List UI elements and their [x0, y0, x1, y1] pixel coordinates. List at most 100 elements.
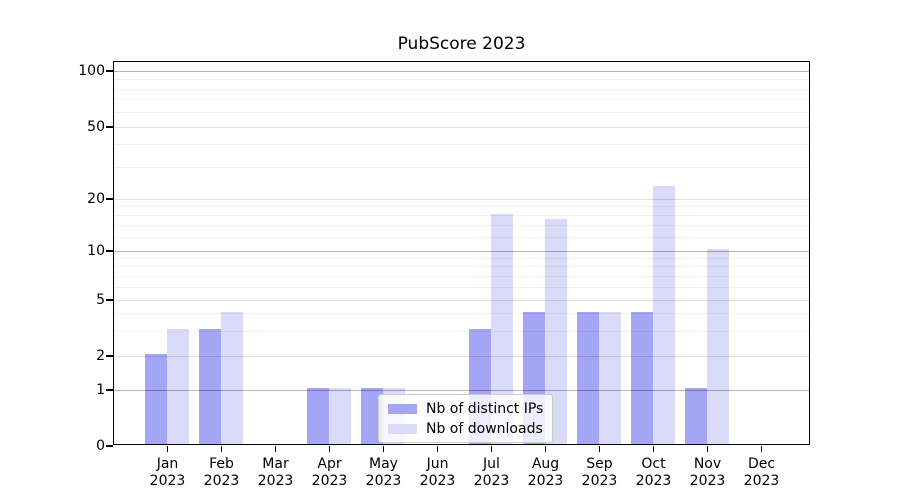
y-tick-label: 2: [59, 349, 105, 363]
x-tick-year: 2023: [408, 473, 468, 490]
gridline-major: [114, 251, 809, 252]
x-tick-year: 2023: [732, 473, 792, 490]
bar-nb-of-distinct-ips-oct: [631, 312, 653, 444]
y-tick-label: 1: [59, 383, 105, 397]
x-tick-label: Jan2023: [138, 456, 198, 490]
y-tick-mark: [106, 126, 113, 127]
y-tick-label: 100: [59, 64, 105, 78]
bar-nb-of-downloads-feb: [221, 312, 243, 444]
y-tick-mark: [106, 445, 113, 446]
x-tick-month: Feb: [192, 456, 252, 473]
x-tick-label: Apr2023: [300, 456, 360, 490]
gridline-minor: [114, 225, 809, 226]
gridline-minor: [114, 144, 809, 145]
legend-label-downloads: Nb of downloads: [426, 421, 543, 437]
x-tick-year: 2023: [570, 473, 630, 490]
x-tick-mark: [221, 446, 222, 452]
x-tick-mark: [491, 446, 492, 452]
bar-nb-of-distinct-ips-jan: [145, 354, 167, 444]
x-tick-month: Dec: [732, 456, 792, 473]
y-tick-mark: [106, 355, 113, 356]
x-tick-year: 2023: [300, 473, 360, 490]
y-tick-mark: [106, 70, 113, 71]
bar-nb-of-distinct-ips-apr: [307, 388, 329, 444]
gridline-major: [114, 127, 809, 128]
x-tick-mark: [437, 446, 438, 452]
x-tick-year: 2023: [192, 473, 252, 490]
x-tick-month: Oct: [624, 456, 684, 473]
x-tick-label: Nov2023: [678, 456, 738, 490]
x-tick-year: 2023: [138, 473, 198, 490]
x-tick-label: Feb2023: [192, 456, 252, 490]
x-tick-month: Sep: [570, 456, 630, 473]
gridline-minor: [114, 276, 809, 277]
bar-nb-of-downloads-sep: [599, 312, 621, 444]
gridline-minor: [114, 266, 809, 267]
x-tick-mark: [383, 446, 384, 452]
x-tick-label: Aug2023: [516, 456, 576, 490]
x-tick-mark: [761, 446, 762, 452]
gridline-minor: [114, 89, 809, 90]
bar-nb-of-downloads-oct: [653, 186, 675, 444]
bar-nb-of-distinct-ips-nov: [685, 388, 707, 444]
legend: Nb of distinct IPs Nb of downloads: [378, 394, 553, 443]
plot-area: Nb of distinct IPs Nb of downloads 01251…: [113, 61, 810, 445]
chart-title: PubScore 2023: [113, 34, 810, 54]
bar-nb-of-distinct-ips-sep: [577, 312, 599, 444]
x-tick-year: 2023: [246, 473, 306, 490]
bar-nb-of-downloads-apr: [329, 388, 351, 444]
x-tick-label: Sep2023: [570, 456, 630, 490]
x-tick-mark: [707, 446, 708, 452]
gridline-major: [114, 300, 809, 301]
x-tick-label: Mar2023: [246, 456, 306, 490]
y-tick-label: 5: [59, 293, 105, 307]
x-tick-month: May: [354, 456, 414, 473]
y-tick-mark: [106, 250, 113, 251]
bar-nb-of-downloads-jan: [167, 329, 189, 444]
legend-swatch-downloads: [388, 424, 417, 434]
x-tick-year: 2023: [624, 473, 684, 490]
x-tick-label: Jun2023: [408, 456, 468, 490]
legend-item-distinct-ips: Nb of distinct IPs: [388, 400, 543, 417]
gridline-minor: [114, 237, 809, 238]
y-tick-mark: [106, 198, 113, 199]
y-tick-label: 50: [59, 120, 105, 134]
x-tick-label: Oct2023: [624, 456, 684, 490]
x-tick-year: 2023: [354, 473, 414, 490]
gridline-major: [114, 71, 809, 72]
y-tick-label: 0: [59, 439, 105, 453]
legend-item-downloads: Nb of downloads: [388, 420, 543, 437]
bar-nb-of-downloads-nov: [707, 249, 729, 444]
x-tick-label: Jul2023: [462, 456, 522, 490]
x-tick-year: 2023: [516, 473, 576, 490]
gridline-minor: [114, 206, 809, 207]
gridline-minor: [114, 167, 809, 168]
y-tick-mark: [106, 299, 113, 300]
legend-label-distinct-ips: Nb of distinct IPs: [426, 401, 543, 417]
x-tick-month: Jan: [138, 456, 198, 473]
x-tick-label: May2023: [354, 456, 414, 490]
bar-nb-of-distinct-ips-feb: [199, 329, 221, 444]
x-tick-month: Aug: [516, 456, 576, 473]
x-tick-month: Jul: [462, 456, 522, 473]
x-tick-month: Jun: [408, 456, 468, 473]
gridline-minor: [114, 79, 809, 80]
x-tick-mark: [599, 446, 600, 452]
x-tick-mark: [275, 446, 276, 452]
figure: PubScore 2023 Nb of distinct IPs Nb of d…: [0, 0, 900, 500]
y-tick-label: 10: [59, 244, 105, 258]
x-tick-mark: [167, 446, 168, 452]
y-tick-mark: [106, 389, 113, 390]
gridline-minor: [114, 258, 809, 259]
x-tick-year: 2023: [678, 473, 738, 490]
gridline-minor: [114, 287, 809, 288]
y-tick-label: 20: [59, 192, 105, 206]
gridline-minor: [114, 215, 809, 216]
gridline-minor: [114, 112, 809, 113]
x-tick-year: 2023: [462, 473, 522, 490]
x-tick-mark: [545, 446, 546, 452]
gridline-minor: [114, 99, 809, 100]
gridline-major: [114, 199, 809, 200]
gridline-minor: [114, 313, 809, 314]
x-tick-mark: [653, 446, 654, 452]
